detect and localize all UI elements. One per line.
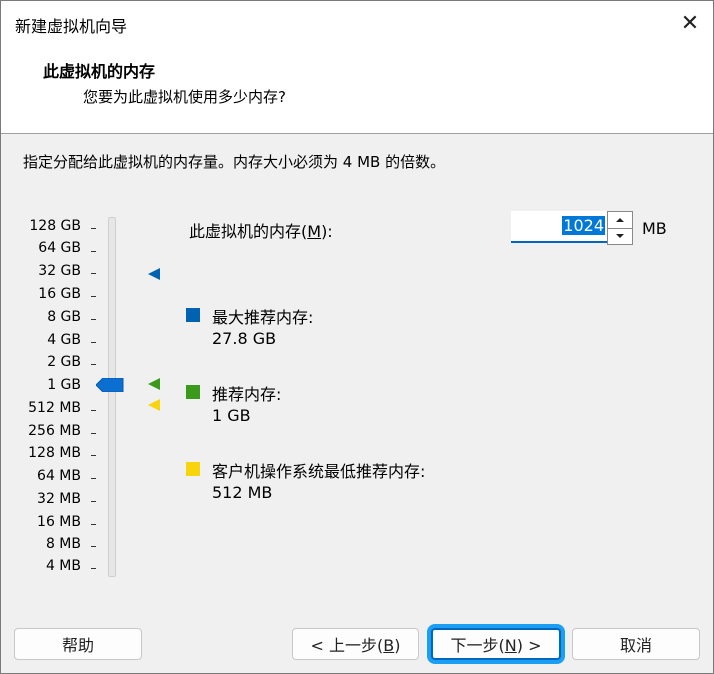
scale-label: 16 MB (37, 514, 81, 530)
page-title: 此虚拟机的内存 (43, 62, 156, 81)
memory-unit: MB (642, 219, 667, 238)
scale-label: 16 GB (38, 286, 81, 302)
memory-input-value: 1024 (562, 216, 605, 235)
min-recommended-label: 客户机操作系统最低推荐内存: (212, 462, 426, 481)
scale-tick (91, 319, 96, 320)
max-recommended-swatch (186, 308, 200, 322)
scale-tick (91, 342, 96, 343)
memory-slider-track[interactable] (108, 217, 116, 577)
scale-label: 256 MB (28, 423, 81, 439)
chevron-down-icon (616, 234, 624, 238)
min-recommended-value: 512 MB (212, 483, 273, 502)
scale-label: 4 MB (45, 558, 81, 574)
help-button[interactable]: 帮助 (14, 628, 142, 660)
wizard-header: 此虚拟机的内存 您要为此虚拟机使用多少内存? (1, 45, 713, 134)
spin-down-button[interactable] (608, 228, 632, 244)
spin-up-button[interactable] (608, 212, 632, 229)
scale-tick (91, 228, 96, 229)
close-icon: ✕ (680, 10, 700, 36)
min-recommended-swatch (186, 462, 200, 476)
recommended-label: 推荐内存: (212, 385, 282, 404)
recommended-marker-icon (148, 378, 160, 390)
memory-slider-thumb[interactable] (96, 378, 124, 392)
scale-tick (91, 501, 96, 502)
recommended-swatch (186, 385, 200, 399)
max-recommended-value: 27.8 GB (212, 329, 277, 348)
recommended-value: 1 GB (212, 406, 251, 425)
scale-tick (91, 410, 96, 411)
scale-tick (91, 524, 96, 525)
page-subtitle: 您要为此虚拟机使用多少内存? (83, 88, 286, 106)
chevron-up-icon (616, 218, 624, 222)
wizard-window: 新建虚拟机向导 ✕ 此虚拟机的内存 您要为此虚拟机使用多少内存? 指定分配给此虚… (0, 0, 714, 674)
title-bar: 新建虚拟机向导 ✕ (1, 1, 713, 45)
scale-label: 8 GB (47, 309, 81, 325)
scale-tick (91, 251, 96, 252)
close-button[interactable]: ✕ (667, 1, 713, 45)
max-recommended-label: 最大推荐内存: (212, 308, 314, 327)
cancel-button[interactable]: 取消 (572, 628, 700, 660)
scale-label: 8 MB (45, 536, 81, 552)
scale-label: 128 GB (29, 218, 81, 234)
scale-tick (91, 546, 96, 547)
memory-spinner[interactable] (607, 211, 633, 245)
window-title: 新建虚拟机向导 (15, 17, 128, 36)
scale-label: 32 MB (37, 491, 81, 507)
memory-input[interactable]: 1024 (511, 211, 607, 243)
scale-label: 512 MB (28, 400, 81, 416)
scale-tick (91, 433, 96, 434)
scale-tick (91, 273, 96, 274)
back-button[interactable]: < 上一步(B) (292, 628, 419, 660)
scale-label: 64 MB (37, 468, 81, 484)
instruction-text: 指定分配给此虚拟机的内存量。内存大小必须为 4 MB 的倍数。 (23, 153, 446, 171)
scale-tick (91, 478, 96, 479)
scale-label: 32 GB (38, 263, 81, 279)
scale-label: 2 GB (47, 354, 81, 370)
next-button[interactable]: 下一步(N) > (431, 628, 561, 660)
scale-label: 1 GB (47, 377, 81, 393)
max-recommended-marker-icon (148, 268, 160, 280)
scale-tick (91, 296, 96, 297)
scale-tick (91, 455, 96, 456)
memory-label: 此虚拟机的内存(M): (189, 222, 333, 241)
scale-label: 4 GB (47, 332, 81, 348)
scale-label: 128 MB (28, 445, 81, 461)
scale-tick (91, 568, 96, 569)
scale-label: 64 GB (38, 240, 81, 256)
min-recommended-marker-icon (148, 399, 160, 411)
scale-tick (91, 364, 96, 365)
